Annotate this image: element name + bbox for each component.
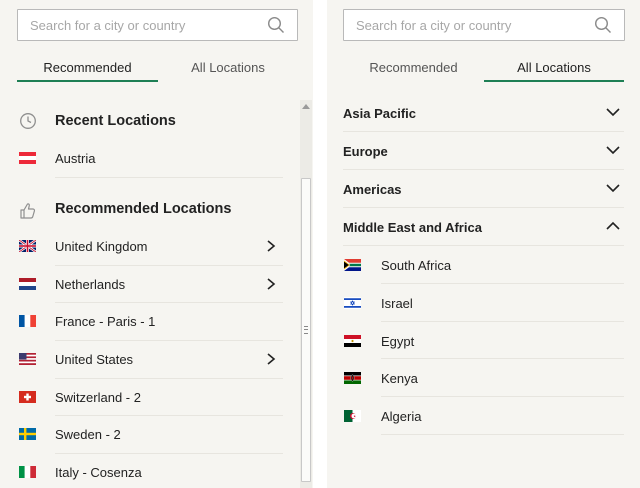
location-row-netherlands[interactable]: Netherlands <box>19 266 283 304</box>
country-row-south-africa[interactable]: South Africa <box>344 246 624 284</box>
region-label: Middle East and Africa <box>343 220 482 235</box>
south-africa-flag-icon <box>344 259 361 271</box>
region-row-europe[interactable]: Europe <box>343 132 624 170</box>
location-row-austria[interactable]: Austria <box>19 140 283 177</box>
location-label: Italy - Cosenza <box>55 465 142 481</box>
country-label: Israel <box>381 295 413 311</box>
netherlands-flag-icon <box>19 277 36 290</box>
location-tabs: Recommended All Locations <box>343 54 624 82</box>
country-row-algeria[interactable]: Algeria <box>344 397 624 435</box>
all-locations-panel: Recommended All Locations Asia Pacific E… <box>327 0 640 488</box>
section-title: Recommended Locations <box>55 201 232 217</box>
location-row-united-kingdom[interactable]: United Kingdom <box>19 228 283 266</box>
united-states-flag-icon <box>19 353 36 366</box>
clock-icon <box>20 113 36 129</box>
region-label: Americas <box>343 182 402 197</box>
location-label: Austria <box>55 151 96 166</box>
location-row-sweden[interactable]: Sweden - 2 <box>19 416 283 455</box>
location-label: Sweden - 2 <box>55 427 121 443</box>
location-label: United Kingdom <box>55 239 148 254</box>
country-label: Kenya <box>381 371 418 387</box>
region-label: Asia Pacific <box>343 106 416 121</box>
recommended-locations-header: Recommended Locations <box>0 178 300 228</box>
chevron-down-icon[interactable] <box>606 107 620 117</box>
search-box <box>17 9 298 41</box>
france-flag-icon <box>19 315 36 328</box>
scrollbar-thumb[interactable] <box>301 178 311 482</box>
search-input[interactable] <box>18 10 258 40</box>
country-row-israel[interactable]: Israel <box>344 284 624 322</box>
recommended-locations-panel: Recommended All Locations Recent Locatio… <box>0 0 313 488</box>
search-icon[interactable] <box>267 16 285 34</box>
chevron-up-icon[interactable] <box>606 221 620 231</box>
search-icon[interactable] <box>594 16 612 34</box>
region-list: Asia Pacific Europe Americas Middle East… <box>327 94 624 435</box>
switzerland-flag-icon <box>19 390 36 403</box>
chevron-down-icon[interactable] <box>606 183 620 193</box>
region-label: Europe <box>343 144 388 159</box>
scroll-up-arrow-icon[interactable] <box>302 104 310 109</box>
location-label: United States <box>55 352 134 368</box>
location-label: France - Paris - 1 <box>55 314 156 330</box>
austria-flag-icon <box>19 152 36 164</box>
country-row-egypt[interactable]: Egypt <box>344 322 624 360</box>
tab-all-locations[interactable]: All Locations <box>484 54 624 82</box>
scrollbar[interactable] <box>300 100 312 488</box>
location-row-united-states[interactable]: United States <box>19 341 283 379</box>
israel-flag-icon <box>344 296 361 309</box>
thumbs-up-icon <box>20 203 36 219</box>
location-row-italy[interactable]: Italy - Cosenza <box>19 454 283 488</box>
country-label: Algeria <box>381 409 422 425</box>
search-box <box>343 9 625 41</box>
location-row-switzerland[interactable]: Switzerland - 2 <box>19 379 283 417</box>
chevron-right-icon[interactable] <box>265 353 277 365</box>
country-label: South Africa <box>381 258 452 273</box>
country-row-kenya[interactable]: Kenya <box>344 359 624 398</box>
tab-all-locations[interactable]: All Locations <box>158 54 298 82</box>
section-title: Recent Locations <box>55 113 176 129</box>
region-row-asia-pacific[interactable]: Asia Pacific <box>343 94 624 132</box>
location-list: Recent Locations Austria Recommended Loc… <box>0 100 300 488</box>
tab-recommended[interactable]: Recommended <box>343 54 484 82</box>
location-label: Switzerland - 2 <box>55 389 141 405</box>
kenya-flag-icon <box>344 372 361 385</box>
egypt-flag-icon <box>344 334 361 347</box>
united-kingdom-flag-icon <box>19 240 36 252</box>
location-row-france[interactable]: France - Paris - 1 <box>19 303 283 342</box>
tab-recommended[interactable]: Recommended <box>17 54 158 82</box>
italy-flag-icon <box>19 466 36 479</box>
location-tabs: Recommended All Locations <box>17 54 298 82</box>
sweden-flag-icon <box>19 428 36 441</box>
algeria-flag-icon <box>344 410 361 423</box>
location-label: Netherlands <box>55 276 126 292</box>
grip-icon <box>304 326 308 334</box>
chevron-right-icon[interactable] <box>265 240 277 252</box>
chevron-down-icon[interactable] <box>606 145 620 155</box>
country-label: Egypt <box>381 333 415 349</box>
recent-locations-header: Recent Locations <box>0 100 300 140</box>
region-row-middle-east-africa[interactable]: Middle East and Africa <box>343 208 624 246</box>
region-row-americas[interactable]: Americas <box>343 170 624 208</box>
search-input[interactable] <box>344 10 584 40</box>
chevron-right-icon[interactable] <box>265 278 277 290</box>
